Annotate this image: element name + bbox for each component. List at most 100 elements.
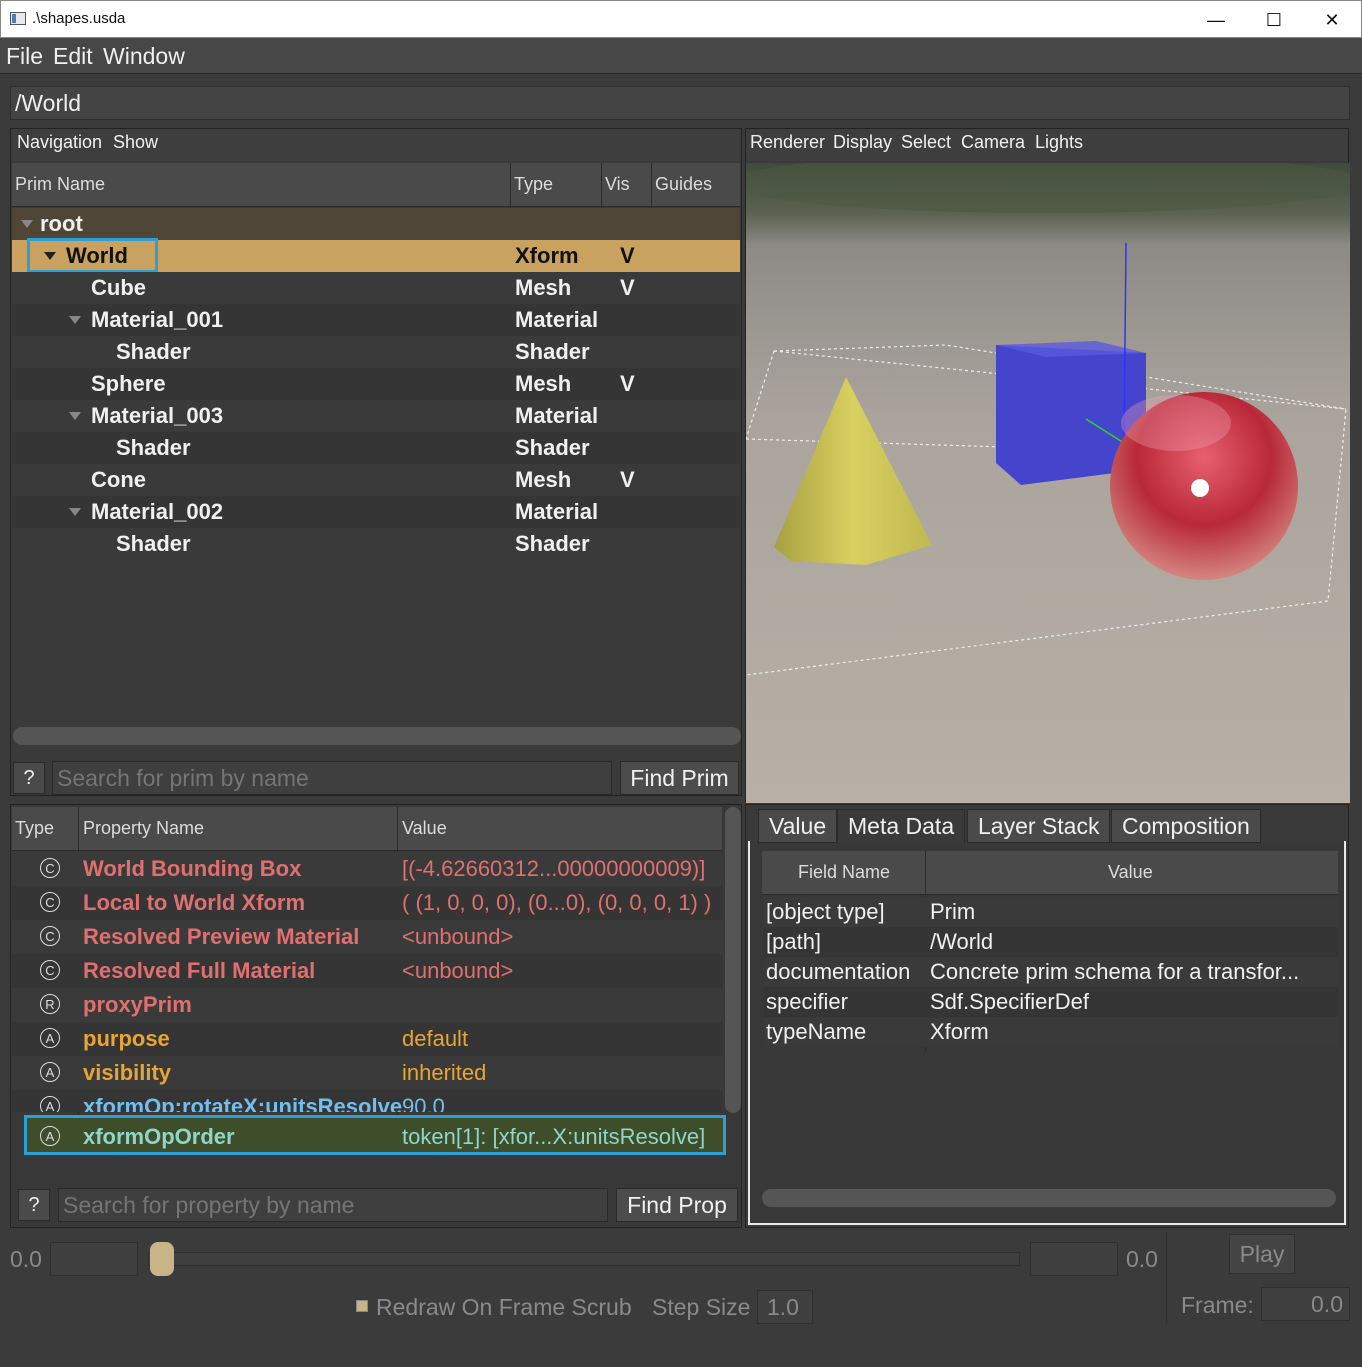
specular-highlight [1191, 479, 1209, 497]
prim-row-material-003[interactable]: Material_003 Material [12, 400, 740, 432]
prim-row-cone[interactable]: Cone Mesh V [12, 464, 740, 496]
path-bar[interactable]: /World [10, 86, 1350, 120]
expand-arrow-icon[interactable] [69, 412, 81, 420]
col-property-name[interactable]: Property Name [83, 818, 204, 839]
prim-visibility-toggle[interactable]: V [620, 275, 635, 301]
tab-value[interactable]: Value [758, 809, 838, 843]
start-frame-input[interactable] [50, 1242, 138, 1276]
property-panel: Type Property Name Value C World Boundin… [10, 804, 742, 1228]
menu-edit[interactable]: Edit [53, 43, 93, 70]
menu-navigation[interactable]: Navigation [17, 132, 102, 153]
prim-row-material-002[interactable]: Material_002 Material [12, 496, 740, 528]
close-button[interactable]: ✕ [1303, 1, 1361, 39]
prim-type: Material [515, 403, 599, 428]
col-type[interactable]: Type [514, 174, 553, 195]
prim-search-input[interactable] [52, 761, 612, 795]
property-row[interactable]: C World Bounding Box [(-4.62660312...000… [12, 852, 722, 886]
property-row[interactable]: C Resolved Full Material <unbound> [12, 954, 722, 988]
property-name: World Bounding Box [83, 856, 302, 881]
property-row[interactable]: A visibility inherited [12, 1056, 722, 1090]
property-row[interactable]: C Local to World Xform ( (1, 0, 0, 0), (… [12, 886, 722, 920]
frame-input[interactable]: 0.0 [1261, 1287, 1350, 1321]
find-prim-button[interactable]: Find Prim [620, 761, 739, 795]
col-value[interactable]: Value [1108, 862, 1153, 883]
maximize-button[interactable]: ☐ [1245, 1, 1303, 39]
col-guides[interactable]: Guides [655, 174, 712, 195]
metadata-row[interactable]: documentation Concrete prim schema for a… [764, 957, 1338, 987]
prim-row-root[interactable]: root [12, 208, 740, 240]
menu-renderer[interactable]: Renderer [750, 132, 825, 153]
tab-meta-data[interactable]: Meta Data [837, 809, 966, 843]
col-field-name[interactable]: Field Name [798, 862, 890, 883]
prim-help-button[interactable]: ? [13, 762, 45, 794]
horizontal-scrollbar[interactable] [13, 727, 741, 745]
col-type[interactable]: Type [15, 818, 54, 839]
prim-name: Material_002 [91, 499, 224, 524]
prim-visibility-toggle[interactable]: V [620, 467, 635, 493]
expand-arrow-icon[interactable] [69, 316, 81, 324]
metadata-row[interactable]: typeName Xform [764, 1017, 1338, 1047]
prim-row-shader[interactable]: Shader Shader [12, 432, 740, 464]
prim-row-world[interactable]: World Xform V [12, 238, 740, 273]
expand-arrow-icon[interactable] [44, 252, 56, 260]
attribute-icon: A [40, 1126, 60, 1146]
prim-row-cube[interactable]: Cube Mesh V [12, 272, 740, 304]
tab-composition[interactable]: Composition [1111, 809, 1261, 843]
property-value: ( (1, 0, 0, 0), (0...0), (0, 0, 0, 1) ) [402, 890, 712, 915]
property-row[interactable]: A xformOp:rotateX:unitsResolve 90.0 [12, 1090, 722, 1112]
col-vis[interactable]: Vis [605, 174, 630, 195]
prim-row-sphere[interactable]: Sphere Mesh V [12, 368, 740, 400]
col-prim-name[interactable]: Prim Name [15, 174, 105, 195]
prim-visibility-toggle[interactable]: V [620, 371, 635, 397]
col-value[interactable]: Value [402, 818, 447, 839]
computed-icon: C [40, 892, 60, 912]
property-search-input[interactable] [58, 1188, 608, 1222]
property-row[interactable]: R proxyPrim [12, 988, 722, 1022]
menu-camera[interactable]: Camera [961, 132, 1025, 153]
property-help-button[interactable]: ? [18, 1189, 50, 1221]
menu-select[interactable]: Select [901, 132, 951, 153]
prim-browser-panel: Navigation Show Prim Name Type Vis Guide… [10, 128, 742, 796]
play-button[interactable]: Play [1229, 1234, 1295, 1274]
prim-row-shader[interactable]: Shader Shader [12, 528, 740, 560]
menu-display[interactable]: Display [833, 132, 892, 153]
metadata-frame: Field Name Value [object type] Prim [pat… [748, 841, 1346, 1225]
prim-type: Xform [515, 243, 579, 268]
prim-visibility-toggle[interactable]: V [620, 243, 635, 269]
prim-name: Sphere [91, 371, 166, 396]
property-table-header: Type Property Name Value [12, 807, 722, 851]
prim-table-header: Prim Name Type Vis Guides [12, 163, 740, 207]
property-row-selected[interactable]: A xformOpOrder token[1]: [xfor...X:units… [24, 1115, 726, 1155]
step-size-input[interactable]: 1.0 [757, 1290, 813, 1324]
frame-slider-handle[interactable] [150, 1242, 174, 1276]
property-row[interactable]: A purpose default [12, 1022, 722, 1056]
property-value: <unbound> [402, 924, 514, 949]
expand-arrow-icon[interactable] [69, 508, 81, 516]
horizontal-scrollbar[interactable] [762, 1189, 1336, 1207]
minimize-button[interactable]: — [1187, 1, 1245, 39]
prim-type: Shader [515, 435, 590, 460]
property-row[interactable]: C Resolved Preview Material <unbound> [12, 920, 722, 954]
metadata-row[interactable]: [object type] Prim [764, 897, 1338, 927]
field-value: /World [930, 929, 994, 954]
prim-row-shader[interactable]: Shader Shader [12, 336, 740, 368]
viewport-panel: Renderer Display Select Camera Lights [745, 128, 1350, 803]
menu-window[interactable]: Window [103, 43, 185, 70]
redraw-checkbox[interactable] [356, 1300, 368, 1312]
property-name: Resolved Full Material [83, 958, 316, 983]
computed-icon: C [40, 858, 60, 878]
expand-arrow-icon[interactable] [21, 220, 33, 228]
menu-lights[interactable]: Lights [1035, 132, 1083, 153]
field-name: typeName [766, 1019, 867, 1044]
prim-row-material-001[interactable]: Material_001 Material [12, 304, 740, 336]
tab-layer-stack[interactable]: Layer Stack [967, 809, 1111, 843]
metadata-row[interactable]: [path] /World [764, 927, 1338, 957]
end-frame-input[interactable] [1030, 1242, 1118, 1276]
frame-slider-track[interactable] [148, 1252, 1020, 1266]
3d-viewport[interactable] [746, 163, 1350, 803]
menu-file[interactable]: File [6, 43, 43, 70]
vertical-scrollbar[interactable] [725, 807, 741, 1113]
metadata-row[interactable]: specifier Sdf.SpecifierDef [764, 987, 1338, 1017]
menu-show[interactable]: Show [113, 132, 158, 153]
find-prop-button[interactable]: Find Prop [616, 1188, 738, 1222]
